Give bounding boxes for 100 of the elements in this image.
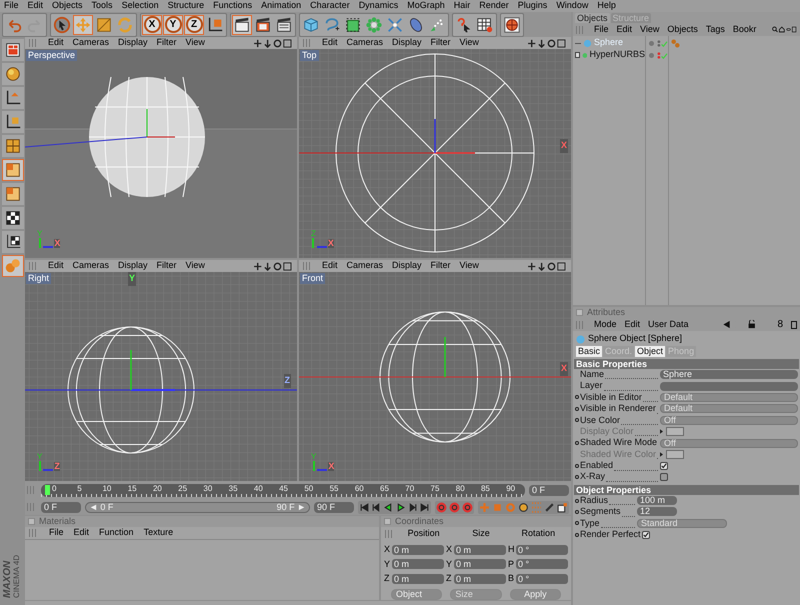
menu-item[interactable]: Render xyxy=(479,0,509,13)
view-controls-icon[interactable] xyxy=(527,262,567,270)
menu-item[interactable]: Edit xyxy=(74,526,90,540)
visibility-check-icon[interactable] xyxy=(657,38,668,48)
menu-item[interactable]: File xyxy=(594,22,609,36)
menu-item[interactable]: Filter xyxy=(430,37,451,50)
menu-item[interactable]: Animation xyxy=(261,0,302,13)
menu-item[interactable]: Objects xyxy=(667,22,698,36)
menu-item[interactable]: Edit xyxy=(48,260,64,273)
tool-button[interactable] xyxy=(2,39,24,61)
key-option-icon[interactable] xyxy=(518,502,529,512)
menu-item[interactable]: Cameras xyxy=(346,260,384,273)
menu-item[interactable]: File xyxy=(49,526,64,540)
menu-item[interactable]: Display xyxy=(118,260,148,273)
menu-item[interactable]: Texture xyxy=(144,526,174,540)
tool-button[interactable] xyxy=(2,63,24,85)
tool-button[interactable] xyxy=(232,14,252,34)
attribute-tab[interactable]: Object xyxy=(635,346,666,357)
menu-item[interactable]: Edit xyxy=(616,22,632,36)
menu-item[interactable]: Edit xyxy=(28,0,44,13)
tool-button[interactable]: Y xyxy=(163,14,183,34)
playback-icon[interactable] xyxy=(383,502,394,512)
menu-item[interactable]: Plugins xyxy=(518,0,548,13)
coordinate-field[interactable]: 0 m xyxy=(454,574,506,584)
menu-item[interactable]: View xyxy=(460,37,479,50)
viewport-canvas[interactable]: Top X Z X xyxy=(299,49,571,258)
tool-button[interactable] xyxy=(2,111,24,133)
panel-toggle-icon[interactable] xyxy=(576,309,583,316)
menu-item[interactable]: Tags xyxy=(706,22,725,36)
tool-button[interactable] xyxy=(2,87,24,109)
tool-button[interactable] xyxy=(2,231,24,253)
tool-button[interactable] xyxy=(52,14,72,34)
menu-item[interactable]: Bookr xyxy=(732,22,756,36)
panel-tools-icon[interactable] xyxy=(772,25,797,34)
menu-item[interactable]: Functions xyxy=(213,0,252,13)
coordinate-field[interactable]: 0 m xyxy=(392,559,444,570)
menu-item[interactable]: Filter xyxy=(430,260,451,273)
menu-item[interactable]: Selection xyxy=(122,0,159,13)
view-controls-icon[interactable] xyxy=(527,38,567,48)
menu-item[interactable]: MoGraph xyxy=(407,0,445,13)
coordinate-field[interactable]: 0 ° xyxy=(516,544,568,555)
viewport-canvas[interactable]: Right Y Z Y Z xyxy=(25,272,297,481)
checkbox[interactable] xyxy=(660,462,668,470)
panel-menu-icon[interactable] xyxy=(791,320,797,328)
menu-item[interactable]: Objects xyxy=(52,0,83,13)
menu-item[interactable]: Window xyxy=(556,0,588,13)
coordinate-field[interactable]: 0 m xyxy=(454,559,506,570)
coordinate-field[interactable]: 0 m xyxy=(392,574,444,584)
menu-item[interactable]: Edit xyxy=(322,260,338,273)
record-key-icon[interactable] xyxy=(449,502,460,512)
expand-icon[interactable] xyxy=(575,52,580,58)
menu-item[interactable]: Mode xyxy=(594,318,617,332)
menu-item[interactable]: Cameras xyxy=(72,37,110,50)
playback-icon[interactable] xyxy=(407,502,418,512)
view-controls-icon[interactable] xyxy=(253,38,293,48)
menu-item[interactable]: View xyxy=(640,22,660,36)
tool-button[interactable] xyxy=(2,207,24,229)
menu-item[interactable]: Filter xyxy=(156,260,177,273)
menu-item[interactable]: Cameras xyxy=(72,260,110,273)
visibility-check-icon[interactable] xyxy=(657,50,668,60)
record-key-icon[interactable] xyxy=(436,502,447,512)
frame-field[interactable]: 0 F xyxy=(41,502,81,512)
menu-item[interactable]: Edit xyxy=(322,37,338,50)
object-name[interactable]: HyperNURBS xyxy=(589,48,645,62)
menu-item[interactable]: View xyxy=(186,260,205,273)
key-option-icon[interactable] xyxy=(557,502,568,512)
menu-item[interactable]: File xyxy=(4,0,19,13)
number-field[interactable]: 100 m xyxy=(637,496,677,506)
layer-field[interactable] xyxy=(660,382,798,391)
menu-item[interactable]: Help xyxy=(597,0,616,13)
playback-icon[interactable] xyxy=(419,502,430,512)
coordinate-field[interactable]: 0 m xyxy=(454,544,506,555)
menu-item[interactable]: Character xyxy=(310,0,350,13)
playback-icon[interactable] xyxy=(395,502,406,512)
panel-tab[interactable]: Objects xyxy=(575,13,610,23)
menu-item[interactable]: Display xyxy=(392,260,422,273)
coordinate-field[interactable]: 0 m xyxy=(392,544,444,555)
number-field[interactable]: 12 xyxy=(637,507,677,516)
menu-item[interactable]: Edit xyxy=(48,37,64,50)
frame-field[interactable]: 90 F xyxy=(314,502,354,512)
menu-item[interactable]: Hair xyxy=(454,0,470,13)
panel-toggle-icon[interactable] xyxy=(28,518,35,525)
menu-item[interactable]: Cameras xyxy=(346,37,384,50)
playback-icon[interactable] xyxy=(371,502,382,512)
menu-item[interactable]: View xyxy=(186,37,205,50)
menu-item[interactable]: Structure xyxy=(168,0,204,13)
menu-item[interactable]: Display xyxy=(118,37,148,50)
tool-button[interactable]: Z xyxy=(184,14,204,34)
text-field[interactable]: Sphere xyxy=(660,370,798,380)
attribute-tab[interactable]: Basic xyxy=(576,346,602,357)
coordinate-field[interactable]: 0 ° xyxy=(516,559,568,570)
coordinate-field[interactable]: 0 ° xyxy=(516,574,568,584)
menu-item[interactable]: Edit xyxy=(624,318,640,332)
viewport-canvas[interactable]: Front X Y X xyxy=(299,272,571,481)
menu-item[interactable]: Tools xyxy=(92,0,113,13)
checkbox[interactable] xyxy=(642,530,650,539)
menu-item[interactable]: Function xyxy=(99,526,134,540)
menu-item[interactable]: Dynamics xyxy=(358,0,398,13)
record-key-icon[interactable] xyxy=(462,502,473,512)
menu-item[interactable]: User Data xyxy=(648,318,689,332)
